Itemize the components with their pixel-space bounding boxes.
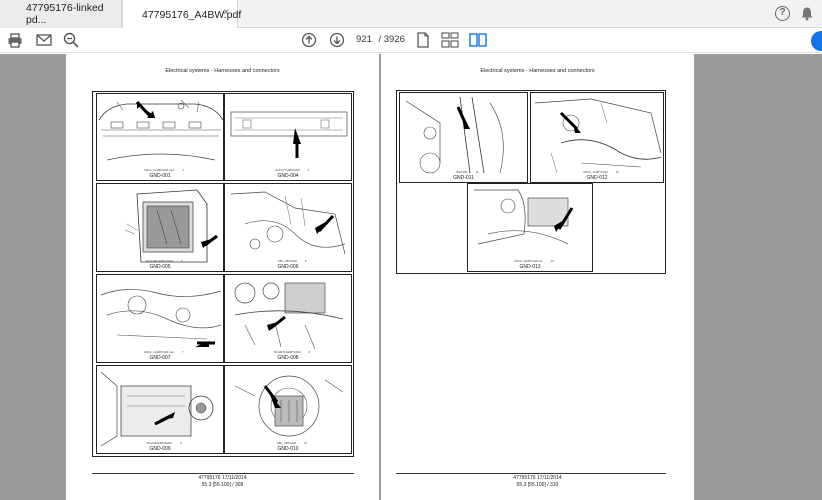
- footer-rule: [92, 473, 354, 474]
- figure-gnd-006: UBF_ABTC020 6 GND-006: [224, 183, 352, 272]
- footer-doc-id: 47795176 17/11/2014: [513, 475, 562, 481]
- page-number-field[interactable]: 921 / 3926: [356, 34, 405, 45]
- figure-code: NGVGB1ABTC026A: [146, 441, 173, 445]
- figure-caption: GND-004: [277, 173, 299, 179]
- tab-linked-pdf[interactable]: 47795176-linked pd...: [0, 0, 122, 28]
- figure-gnd-004: ACFTC71ABTC020 4 GND-004: [224, 93, 352, 181]
- figure-number: 6: [304, 259, 307, 263]
- figure-caption: GND-001: [149, 173, 171, 179]
- footer-doc-id: 47795176 17/11/2014: [198, 475, 247, 481]
- pdf-page-309: Electrical systems - Harnesses and conne…: [66, 54, 379, 500]
- figure-caption: GND-005: [149, 264, 171, 270]
- figure-number: 5: [180, 259, 183, 263]
- figure-caption: GND-013: [519, 264, 541, 270]
- figure-gnd-013: 00GC_11ABTC020 AL 13 GND-013: [467, 183, 593, 272]
- figure-gnd-007: 00GC_11ABTC020 ALA 7 GND-007: [96, 274, 224, 363]
- document-viewer[interactable]: Electrical systems - Harnesses and conne…: [0, 54, 822, 500]
- figure-number: 8: [308, 350, 311, 354]
- figure-gnd-009: NGVGB1ABTC026A 9 GND-009: [96, 365, 224, 454]
- figure-gnd-011: BSIT1B1 11 GND-011: [399, 92, 528, 183]
- figure-code: BCGMT110ABTC020: [273, 350, 301, 354]
- figure-code: 00GC_11ABTC020 ALA: [144, 350, 175, 354]
- figure-number: 13: [550, 259, 554, 263]
- figure-gnd-001: 00GC_11ABTC020 ALA 3 GND-001: [96, 93, 224, 181]
- figure-gnd-008: BCGMT110ABTC020 8 GND-008: [224, 274, 352, 363]
- page-up-icon[interactable]: [300, 31, 318, 49]
- figure-gnd-012: ADUC_11ABTC020 12 GND-012: [530, 92, 664, 183]
- figure-number: 7: [182, 350, 184, 354]
- page-down-icon[interactable]: [328, 31, 346, 49]
- print-icon[interactable]: [6, 31, 24, 49]
- figure-number: 11: [475, 170, 479, 174]
- figure-caption: GND-012: [586, 175, 608, 181]
- figure-caption: GND-008: [277, 355, 299, 361]
- email-icon[interactable]: [35, 31, 53, 49]
- figure-gnd-010: UBF_ABTC020 10 GND-010: [224, 365, 352, 454]
- footer-rule: [396, 473, 666, 474]
- two-page-scroll-icon[interactable]: [441, 31, 459, 49]
- footer-page-ref: 55.3 [55.100] / 310: [516, 482, 559, 488]
- toolbar: 921 / 3926: [0, 28, 822, 53]
- figure-code: ACFTC71ABTC020: [274, 168, 300, 172]
- single-page-view-icon[interactable]: [414, 31, 432, 49]
- figure-number: 12: [615, 170, 619, 174]
- figure-number: 4: [307, 168, 310, 172]
- tab-label: 47795176-linked pd...: [26, 2, 104, 26]
- figure-caption: GND-007: [149, 355, 171, 361]
- current-page[interactable]: 921: [356, 34, 372, 45]
- figure-code: 00GC_11ABTC020 AL: [514, 259, 543, 263]
- page-footer: 47795176 17/11/2014 55.3 [55.100] / 310: [381, 475, 694, 489]
- tab-bar: 47795176-linked pd... 47795176_A4BW.pdf …: [0, 0, 822, 29]
- figure-code: NGVG4B1ABTC026A: [145, 259, 173, 263]
- figure-caption: GND-006: [277, 264, 299, 270]
- figure-number: 10: [304, 441, 308, 445]
- figure-number: 3: [182, 168, 184, 172]
- figure-gnd-005: NGVG4B1ABTC026A 5 GND-005: [96, 183, 224, 272]
- page-footer: 47795176 17/11/2014 55.3 [55.100] / 309: [66, 475, 379, 489]
- assistant-icon[interactable]: [811, 31, 822, 51]
- figure-number: 9: [180, 441, 182, 445]
- pdf-page-310: Electrical systems - Harnesses and conne…: [381, 54, 694, 500]
- figure-caption: GND-011: [453, 175, 474, 181]
- figure-code: UBF_ABTC020: [276, 441, 297, 445]
- figure-caption: GND-009: [149, 446, 171, 452]
- bell-icon[interactable]: [800, 6, 814, 26]
- total-pages: / 3926: [378, 34, 405, 45]
- close-icon[interactable]: ×: [223, 8, 229, 18]
- footer-page-ref: 55.3 [55.100] / 309: [201, 482, 244, 488]
- figure-code: BSIT1B1: [456, 170, 468, 174]
- two-page-view-icon[interactable]: [469, 31, 487, 49]
- figure-code: 00GC_11ABTC020 ALA: [144, 168, 175, 172]
- page-header: Electrical systems - Harnesses and conne…: [165, 68, 280, 74]
- zoom-out-icon[interactable]: [62, 31, 80, 49]
- page-header: Electrical systems - Harnesses and conne…: [480, 68, 595, 74]
- figure-caption: GND-010: [277, 446, 299, 452]
- tab-a4bw-pdf[interactable]: 47795176_A4BW.pdf ×: [122, 0, 241, 29]
- figure-code: ADUC_11ABTC020: [583, 170, 608, 174]
- figure-code: UBF_ABTC020: [277, 259, 297, 263]
- help-circle-icon[interactable]: ?: [775, 6, 790, 21]
